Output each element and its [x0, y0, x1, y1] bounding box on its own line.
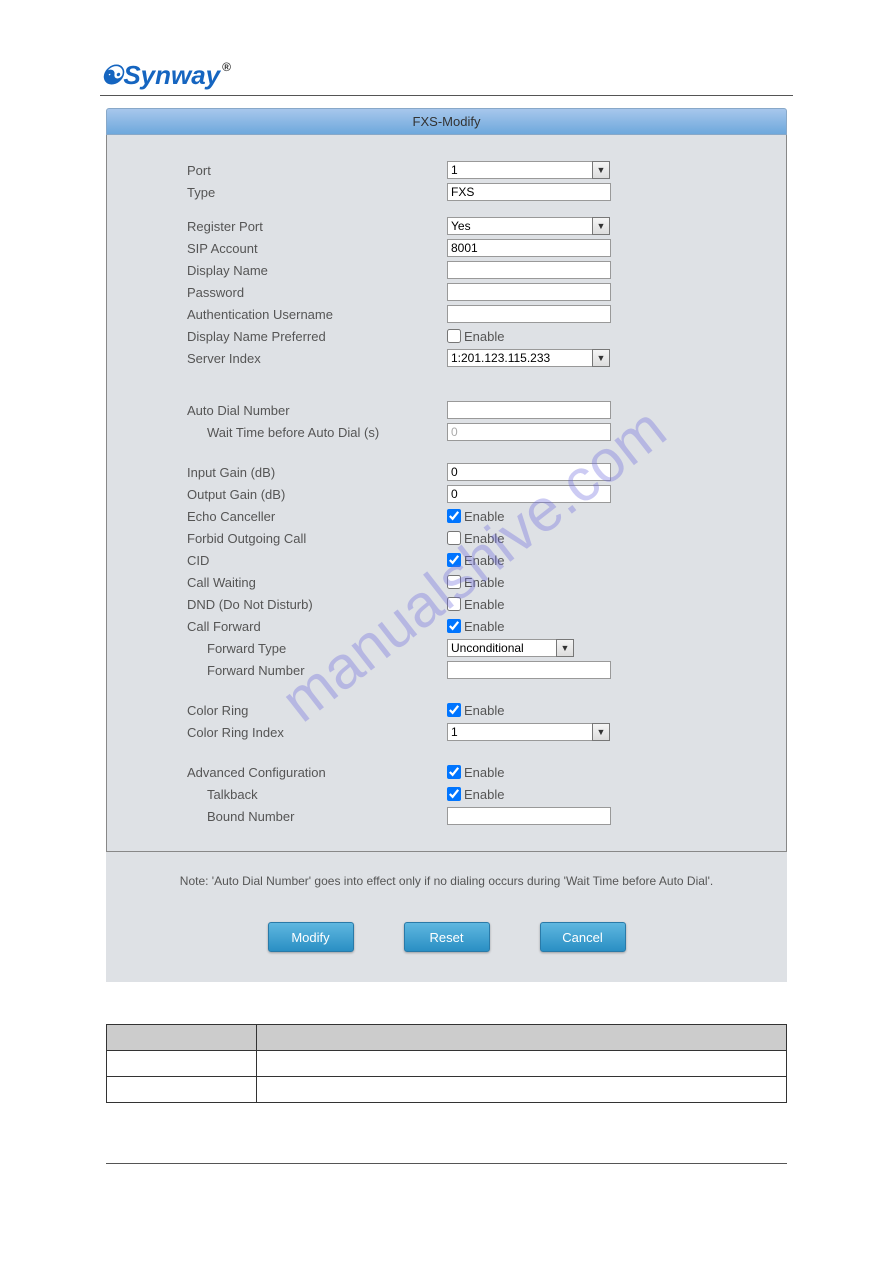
color-ring-index-select[interactable] [447, 723, 593, 741]
reset-button[interactable]: Reset [404, 922, 490, 952]
label-color-ring-index: Color Ring Index [187, 725, 447, 740]
dnd-checkbox[interactable] [447, 597, 461, 611]
output-gain-field[interactable] [447, 485, 611, 503]
chevron-down-icon[interactable]: ▼ [556, 639, 574, 657]
color-ring-checkbox[interactable] [447, 703, 461, 717]
sip-account-field[interactable] [447, 239, 611, 257]
label-port: Port [187, 163, 447, 178]
register-port-select[interactable] [447, 217, 593, 235]
forbid-checkbox[interactable] [447, 531, 461, 545]
table-cell [107, 1077, 257, 1103]
chevron-down-icon[interactable]: ▼ [592, 723, 610, 741]
cancel-button[interactable]: Cancel [540, 922, 626, 952]
table-header-1 [107, 1025, 257, 1051]
password-field[interactable] [447, 283, 611, 301]
display-name-field[interactable] [447, 261, 611, 279]
label-server-index: Server Index [187, 351, 447, 366]
label-cid: CID [187, 553, 447, 568]
forward-type-select[interactable] [447, 639, 557, 657]
label-type: Type [187, 185, 447, 200]
forward-number-field[interactable] [447, 661, 611, 679]
label-sip-account: SIP Account [187, 241, 447, 256]
echo-checkbox[interactable] [447, 509, 461, 523]
cid-checkbox[interactable] [447, 553, 461, 567]
label-input-gain: Input Gain (dB) [187, 465, 447, 480]
label-display-name-pref: Display Name Preferred [187, 329, 447, 344]
footer-divider [106, 1163, 787, 1164]
label-forward-type: Forward Type [187, 641, 447, 656]
auto-dial-field[interactable] [447, 401, 611, 419]
chevron-down-icon[interactable]: ▼ [592, 161, 610, 179]
label-color-ring: Color Ring [187, 703, 447, 718]
label-password: Password [187, 285, 447, 300]
chevron-down-icon[interactable]: ▼ [592, 217, 610, 235]
bound-number-field[interactable] [447, 807, 611, 825]
label-call-waiting: Call Waiting [187, 575, 447, 590]
chevron-down-icon[interactable]: ▼ [592, 349, 610, 367]
table-cell [107, 1051, 257, 1077]
server-index-select[interactable] [447, 349, 593, 367]
table-cell [256, 1077, 786, 1103]
advanced-checkbox[interactable] [447, 765, 461, 779]
label-forward-number: Forward Number [187, 663, 447, 678]
enable-label: Enable [464, 329, 504, 344]
input-gain-field[interactable] [447, 463, 611, 481]
label-dnd: DND (Do Not Disturb) [187, 597, 447, 612]
label-auto-dial: Auto Dial Number [187, 403, 447, 418]
label-echo: Echo Canceller [187, 509, 447, 524]
panel-body: Port ▼ Type Register Port ▼ SIP Account … [106, 135, 787, 852]
label-bound-number: Bound Number [187, 809, 447, 824]
table-cell [256, 1051, 786, 1077]
note-area: Note: 'Auto Dial Number' goes into effec… [106, 852, 787, 982]
label-call-forward: Call Forward [187, 619, 447, 634]
call-waiting-checkbox[interactable] [447, 575, 461, 589]
label-auth-username: Authentication Username [187, 307, 447, 322]
talkback-checkbox[interactable] [447, 787, 461, 801]
panel-title: FXS-Modify [106, 108, 787, 135]
call-forward-checkbox[interactable] [447, 619, 461, 633]
label-talkback: Talkback [187, 787, 447, 802]
table-header-2 [256, 1025, 786, 1051]
logo: ☯Synway® [100, 60, 231, 91]
label-register-port: Register Port [187, 219, 447, 234]
modify-button[interactable]: Modify [268, 922, 354, 952]
display-name-pref-checkbox[interactable] [447, 329, 461, 343]
logo-bar: ☯Synway® [100, 60, 793, 96]
label-wait-time: Wait Time before Auto Dial (s) [187, 425, 447, 440]
info-table [106, 1024, 787, 1103]
label-forbid: Forbid Outgoing Call [187, 531, 447, 546]
port-select[interactable] [447, 161, 593, 179]
label-output-gain: Output Gain (dB) [187, 487, 447, 502]
label-advanced: Advanced Configuration [187, 765, 447, 780]
note-text: Note: 'Auto Dial Number' goes into effec… [146, 874, 747, 888]
auth-username-field[interactable] [447, 305, 611, 323]
type-field [447, 183, 611, 201]
wait-time-field[interactable] [447, 423, 611, 441]
label-display-name: Display Name [187, 263, 447, 278]
